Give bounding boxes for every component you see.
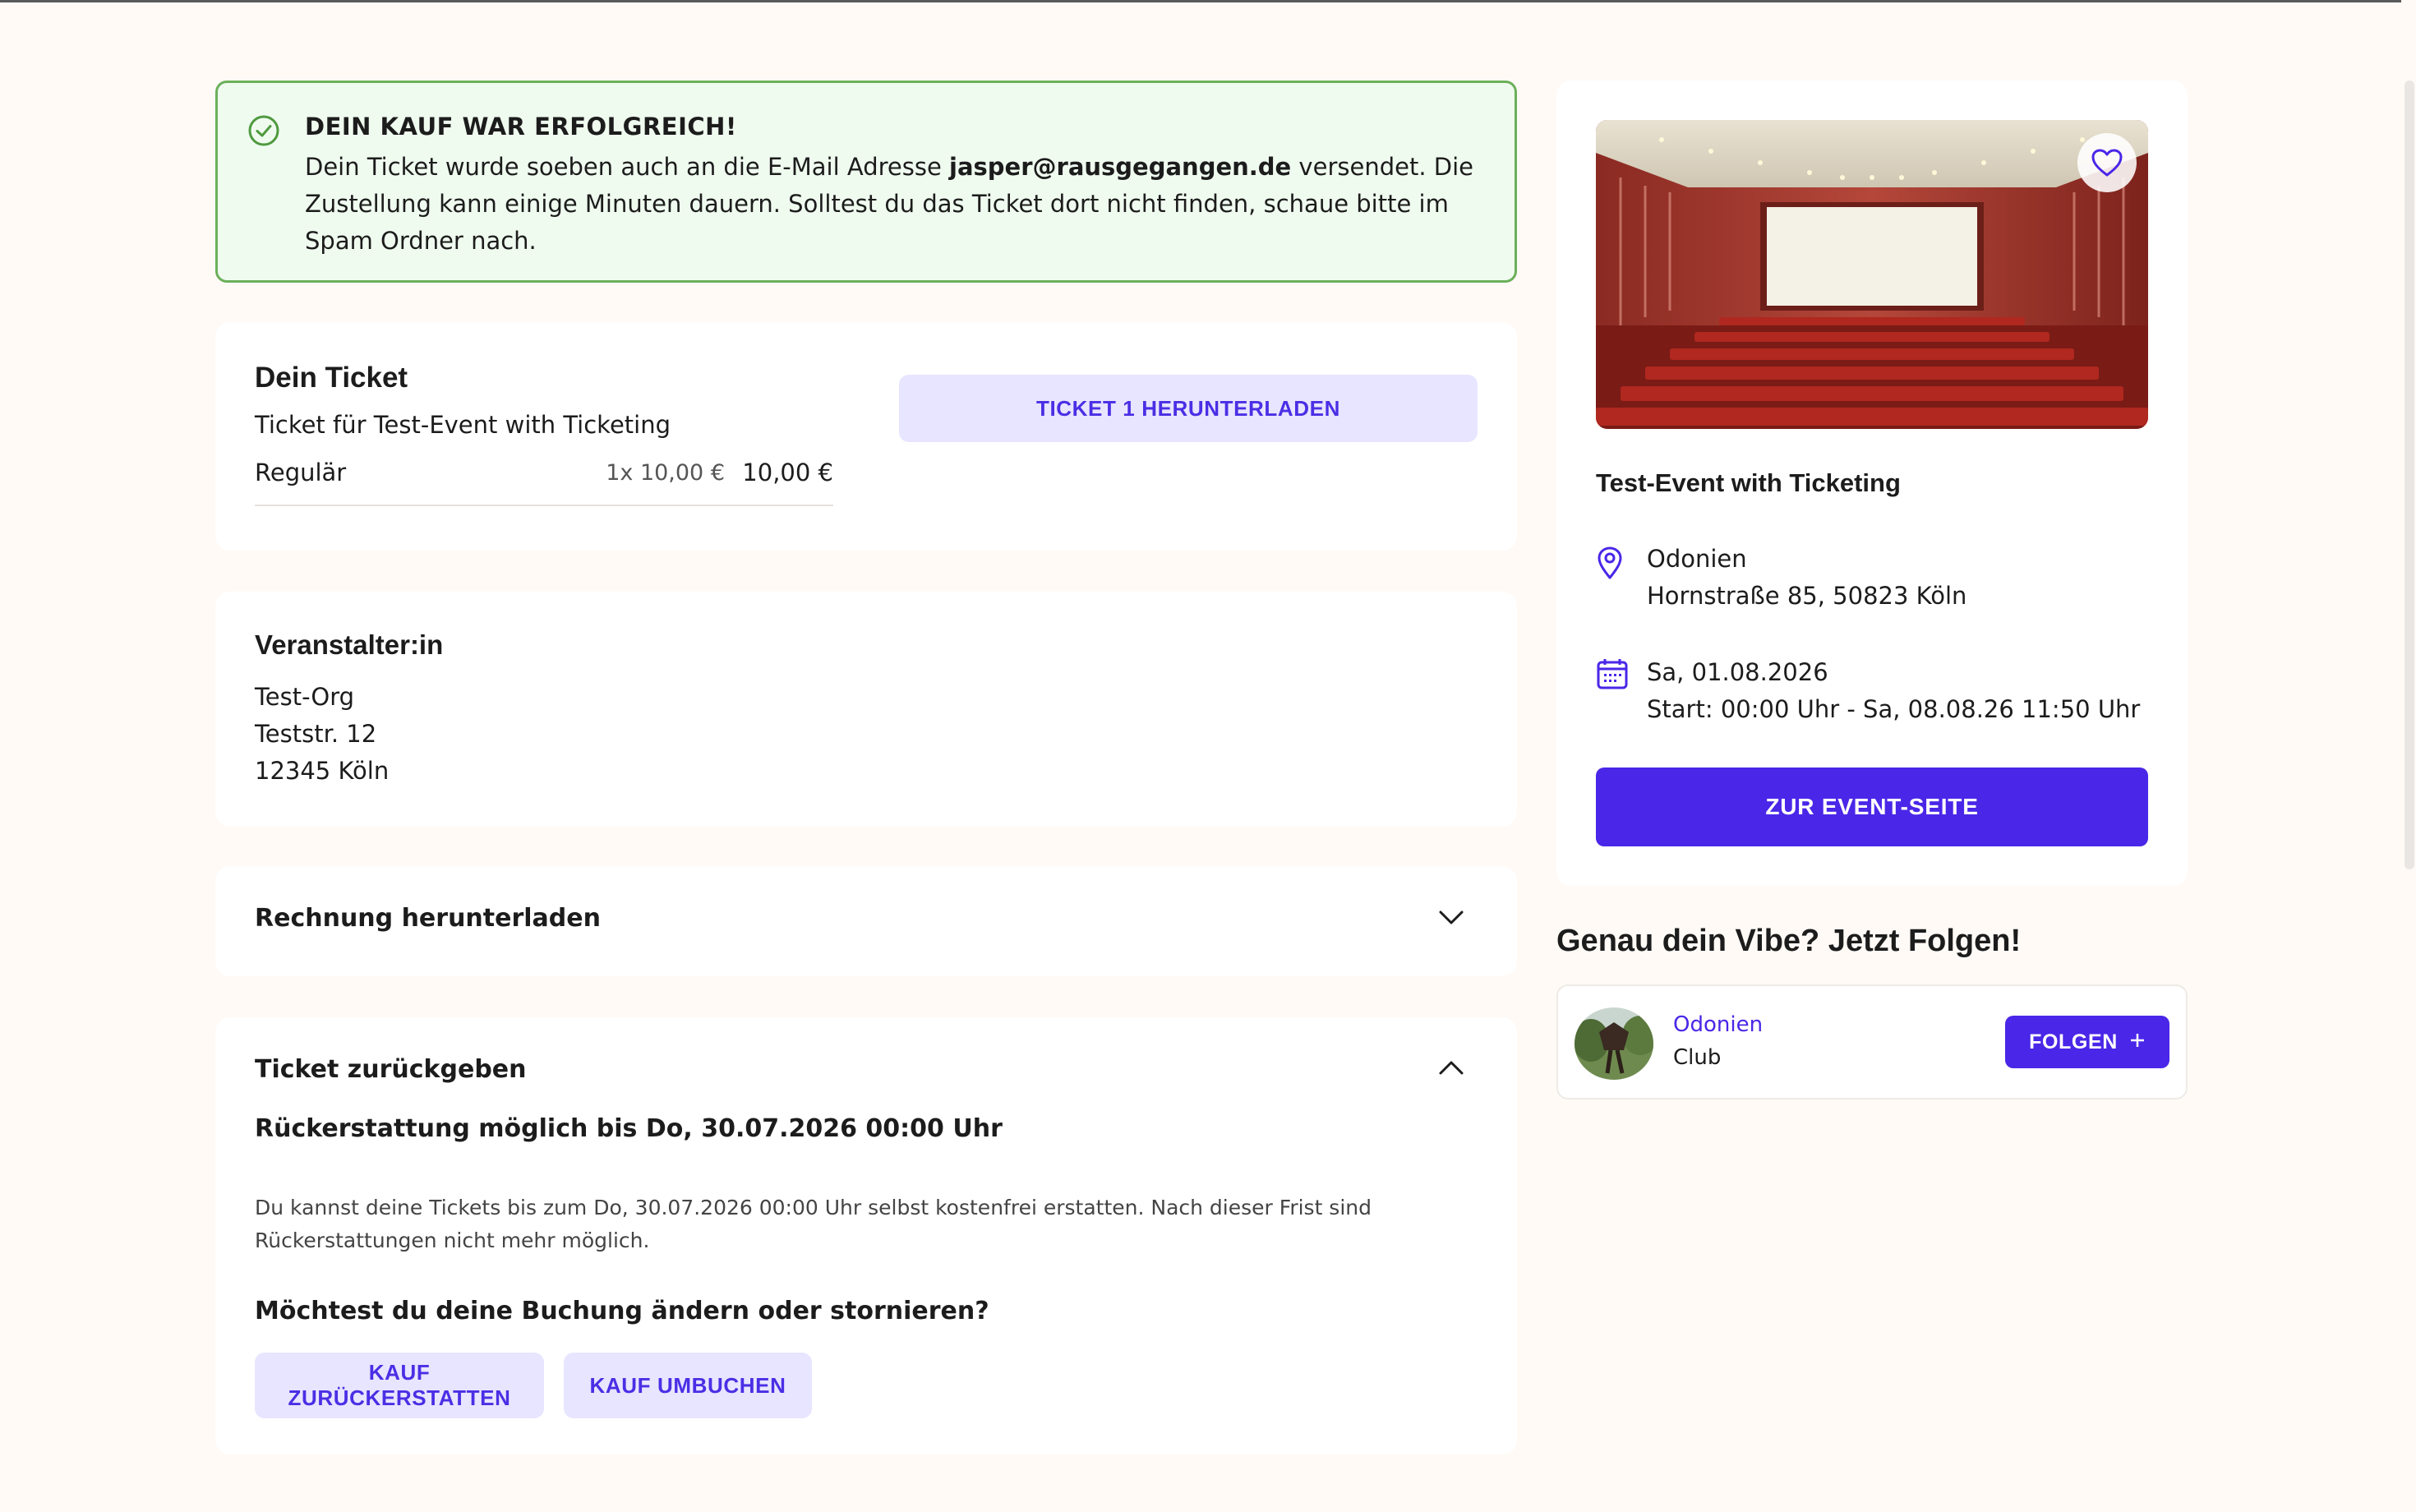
plus-icon: [2129, 1030, 2146, 1054]
ticket-card: Dein Ticket Ticket für Test-Event with T…: [215, 322, 1517, 551]
top-divider: [0, 0, 2416, 2]
booking-change-question: Möchtest du deine Buchung ändern oder st…: [255, 1297, 989, 1325]
success-banner: DEIN KAUF WAR ERFOLGREICH! Dein Ticket w…: [215, 81, 1517, 283]
follow-button[interactable]: FOLGEN: [2005, 1016, 2169, 1068]
ticket-total: 10,00 €: [742, 459, 833, 486]
follow-heading: Genau dein Vibe? Jetzt Folgen!: [1556, 924, 2022, 958]
calendar-icon: [1596, 657, 1629, 694]
event-name: Test-Event with Ticketing: [1596, 468, 1901, 497]
chevron-up-icon[interactable]: [1436, 1058, 1466, 1081]
follow-button-label: FOLGEN: [2029, 1030, 2118, 1053]
refund-deadline: Rückerstattung möglich bis Do, 30.07.202…: [255, 1114, 1003, 1143]
success-title: DEIN KAUF WAR ERFOLGREICH!: [305, 113, 737, 141]
ticket-type: Regulär: [255, 459, 347, 486]
organizer-card: Veranstalter:in Test-Org Teststr. 12 123…: [215, 592, 1517, 827]
event-venue: Odonien: [1647, 545, 1747, 573]
rebook-purchase-button[interactable]: KAUF UMBUCHEN: [564, 1353, 812, 1418]
organizer-heading: Veranstalter:in: [255, 629, 444, 660]
follow-venue-link[interactable]: Odonien: [1673, 1012, 1763, 1037]
ticket-quantity-price: 1x 10,00 €: [606, 460, 725, 486]
event-location: Odonien Hornstraße 85, 50823 Köln: [1647, 541, 1966, 615]
organizer-street: Teststr. 12: [255, 720, 377, 748]
ticket-heading: Dein Ticket: [255, 362, 408, 394]
chevron-down-icon[interactable]: [1436, 907, 1466, 930]
event-day: Sa, 01.08.2026: [1647, 658, 1828, 686]
refund-purchase-button[interactable]: KAUF ZURÜCKERSTATTEN: [255, 1353, 544, 1418]
organizer-address: Test-Org Teststr. 12 12345 Köln: [255, 679, 389, 790]
event-address: Hornstraße 85, 50823 Köln: [1647, 582, 1967, 610]
event-image[interactable]: [1596, 120, 2148, 429]
download-ticket-button[interactable]: TICKET 1 HERUNTERLADEN: [899, 375, 1478, 442]
scrollbar-thumb[interactable]: [2404, 81, 2414, 869]
event-date: Sa, 01.08.2026 Start: 00:00 Uhr - Sa, 08…: [1647, 654, 2140, 728]
invoice-label: Rechnung herunterladen: [255, 904, 601, 933]
refund-accordion: Ticket zurückgeben Rückerstattung möglic…: [215, 1017, 1517, 1454]
event-page-button[interactable]: ZUR EVENT-SEITE: [1596, 768, 2148, 846]
heart-icon[interactable]: [2077, 133, 2137, 192]
refund-label[interactable]: Ticket zurückgeben: [255, 1055, 527, 1084]
event-card: Test-Event with Ticketing Odonien Hornst…: [1556, 81, 2188, 886]
follow-card: Odonien Club FOLGEN: [1556, 984, 2188, 1099]
map-pin-icon: [1596, 546, 1624, 583]
organizer-city: 12345 Köln: [255, 757, 390, 785]
venue-avatar[interactable]: [1575, 1007, 1653, 1080]
success-message: Dein Ticket wurde soeben auch an die E-M…: [305, 149, 1488, 260]
organizer-name: Test-Org: [255, 683, 355, 711]
check-circle-icon: [247, 114, 280, 150]
follow-venue-type: Club: [1673, 1045, 1722, 1070]
success-message-start: Dein Ticket wurde soeben auch an die E-M…: [305, 153, 950, 181]
event-time: Start: 00:00 Uhr - Sa, 08.08.26 11:50 Uh…: [1647, 695, 2141, 723]
scrollbar[interactable]: [2401, 0, 2416, 1512]
invoice-accordion[interactable]: Rechnung herunterladen: [215, 866, 1517, 976]
ticket-subtitle: Ticket für Test-Event with Ticketing: [255, 411, 671, 439]
refund-info: Du kannst deine Tickets bis zum Do, 30.0…: [255, 1196, 1372, 1252]
ticket-line-item: Regulär 1x 10,00 € 10,00 €: [255, 457, 833, 506]
success-email: jasper@rausgegangen.de: [949, 153, 1292, 181]
